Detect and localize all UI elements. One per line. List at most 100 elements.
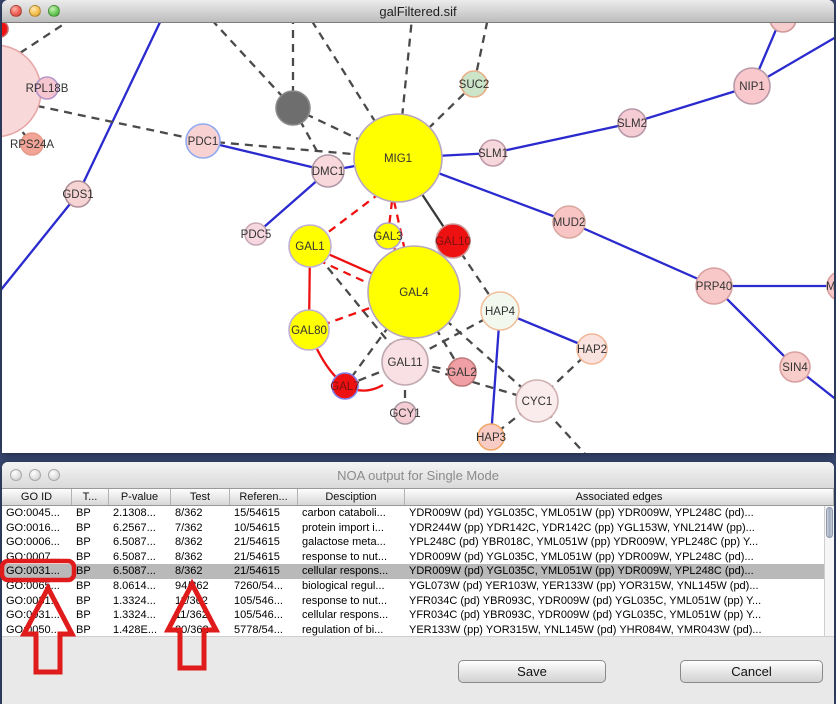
network-edge[interactable]: [632, 86, 752, 123]
table-cell: biological regul...: [298, 580, 405, 592]
table-cell: 8.0614...: [109, 580, 171, 592]
column-header-desciption[interactable]: Desciption: [298, 489, 405, 505]
network-edge[interactable]: [493, 123, 632, 153]
column-header-associated-edges[interactable]: Associated edges: [405, 489, 834, 505]
node-label: GAL10: [435, 236, 471, 248]
node-label: PRP40: [696, 281, 732, 293]
table-cell: cellular respons...: [298, 565, 405, 577]
network-canvas[interactable]: RPL18BRPS24AGDS1PDC1DMC1MIG1SUC2SLM1SLM2…: [2, 23, 834, 453]
column-header-go-id[interactable]: GO ID: [2, 489, 72, 505]
network-edge[interactable]: [569, 222, 714, 286]
table-cell: YFR034C (pd) YBR093C, YDR009W (pd) YGL03…: [405, 609, 834, 621]
table-cell: GO:0031...: [2, 609, 72, 621]
table-row[interactable]: GO:0065...BP8.0614...94/3627260/54...bio…: [2, 579, 834, 594]
node-label: GAL3: [373, 231, 402, 243]
table-cell: 21/54615: [230, 536, 298, 548]
table-cell: 8/362: [171, 565, 230, 577]
network-node[interactable]: [2, 23, 8, 37]
node-label: DMC1: [312, 166, 345, 178]
node-label: GAL11: [388, 357, 423, 369]
table-cell: 11/362: [171, 595, 230, 607]
window-controls: [10, 5, 60, 17]
network-edge[interactable]: [78, 23, 162, 194]
minimize-button[interactable]: [29, 469, 41, 481]
minimize-button[interactable]: [29, 5, 41, 17]
network-node[interactable]: [770, 23, 796, 32]
table-cell: BP: [72, 522, 109, 534]
network-edge[interactable]: [20, 23, 70, 53]
table-cell: BP: [72, 595, 109, 607]
table-cell: 21/54615: [230, 565, 298, 577]
node-label: SLM1: [478, 148, 508, 160]
node-label: MUD2: [553, 217, 586, 229]
table-cell: 21/54615: [230, 551, 298, 563]
table-cell: BP: [72, 565, 109, 577]
node-label: GAL2: [447, 367, 476, 379]
table-cell: 6.2567...: [109, 522, 171, 534]
zoom-button[interactable]: [48, 5, 60, 17]
close-button[interactable]: [10, 469, 22, 481]
save-button[interactable]: Save: [458, 660, 606, 683]
node-label: NIP1: [739, 81, 765, 93]
scrollbar-thumb[interactable]: [826, 507, 833, 538]
column-header-p-value[interactable]: P-value: [109, 489, 171, 505]
node-label: MSN5: [826, 281, 834, 293]
table-row[interactable]: GO:0045...BP2.1308...8/36215/54615carbon…: [2, 506, 834, 521]
table-cell: 11/362: [171, 609, 230, 621]
table-row[interactable]: GO:0007...BP6.5087...8/36221/54615respon…: [2, 550, 834, 565]
zoom-button[interactable]: [48, 469, 60, 481]
node-label: HAP3: [476, 432, 506, 444]
table-cell: YDR244W (pp) YDR142C, YDR142C (pp) YGL15…: [405, 522, 834, 534]
network-node[interactable]: [276, 91, 310, 125]
table-cell: response to nut...: [298, 551, 405, 563]
table-cell: YDR009W (pd) YGL035C, YML051W (pp) YDR00…: [405, 551, 834, 563]
table-cell: YDR009W (pd) YGL035C, YML051W (pp) YDR00…: [405, 565, 834, 577]
node-label: CYC1: [522, 396, 553, 408]
table-cell: 1.428E...: [109, 624, 171, 636]
node-label: GAL1: [295, 241, 324, 253]
window-controls-inactive: [10, 469, 60, 481]
network-window-titlebar[interactable]: galFiltered.sif: [2, 0, 834, 23]
table-cell: 2.1308...: [109, 507, 171, 519]
column-header-test[interactable]: Test: [171, 489, 230, 505]
table-cell: carbon cataboli...: [298, 507, 405, 519]
node-label: GDS1: [62, 189, 93, 201]
node-label: PDC1: [188, 136, 219, 148]
node-label: HAP4: [485, 306, 516, 318]
table-cell: YGL073W (pd) YER103W, YER133W (pp) YOR31…: [405, 580, 834, 592]
vertical-scrollbar[interactable]: [824, 506, 834, 637]
table-cell: 6.5087...: [109, 565, 171, 577]
table-cell: 1.3324...: [109, 595, 171, 607]
table-row[interactable]: GO:0050...BP1.428E...80/3625778/54...reg…: [2, 622, 834, 637]
results-table: GO:0045...BP2.1308...8/36215/54615carbon…: [2, 506, 834, 637]
network-edge[interactable]: [2, 194, 78, 291]
table-cell: 7260/54...: [230, 580, 298, 592]
table-cell: BP: [72, 551, 109, 563]
network-edge[interactable]: [23, 103, 203, 141]
table-cell: BP: [72, 536, 109, 548]
noa-window-titlebar[interactable]: NOA output for Single Mode: [2, 462, 834, 489]
cancel-button[interactable]: Cancel: [680, 660, 823, 683]
column-header-referen-[interactable]: Referen...: [230, 489, 298, 505]
table-cell: 10/54615: [230, 522, 298, 534]
table-cell: GO:0045...: [2, 507, 72, 519]
table-cell: BP: [72, 507, 109, 519]
close-button[interactable]: [10, 5, 22, 17]
table-cell: YDR009W (pd) YGL035C, YML051W (pp) YDR00…: [405, 507, 834, 519]
table-cell: GO:0031...: [2, 565, 72, 577]
results-table-header: GO IDT...P-valueTestReferen...Desciption…: [2, 489, 834, 506]
table-row[interactable]: GO:0031...BP1.3324...11/362105/546...cel…: [2, 608, 834, 623]
table-row[interactable]: GO:0031...BP1.3324...11/362105/546...res…: [2, 593, 834, 608]
table-cell: GO:0050...: [2, 624, 72, 636]
table-cell: regulation of bi...: [298, 624, 405, 636]
table-cell: YPL248C (pd) YBR018C, YML051W (pp) YDR00…: [405, 536, 834, 548]
table-row[interactable]: GO:0006...BP6.5087...8/36221/54615galact…: [2, 535, 834, 550]
table-row[interactable]: GO:0031...BP6.5087...8/36221/54615cellul…: [2, 564, 834, 579]
network-window-title: galFiltered.sif: [2, 4, 834, 19]
node-label: PDC5: [241, 229, 272, 241]
noa-output-window: NOA output for Single Mode GO IDT...P-va…: [2, 462, 834, 704]
table-row[interactable]: GO:0016...BP6.2567...7/36210/54615protei…: [2, 521, 834, 536]
column-header-t-[interactable]: T...: [72, 489, 109, 505]
network-edge[interactable]: [210, 23, 293, 108]
table-cell: 6.5087...: [109, 551, 171, 563]
